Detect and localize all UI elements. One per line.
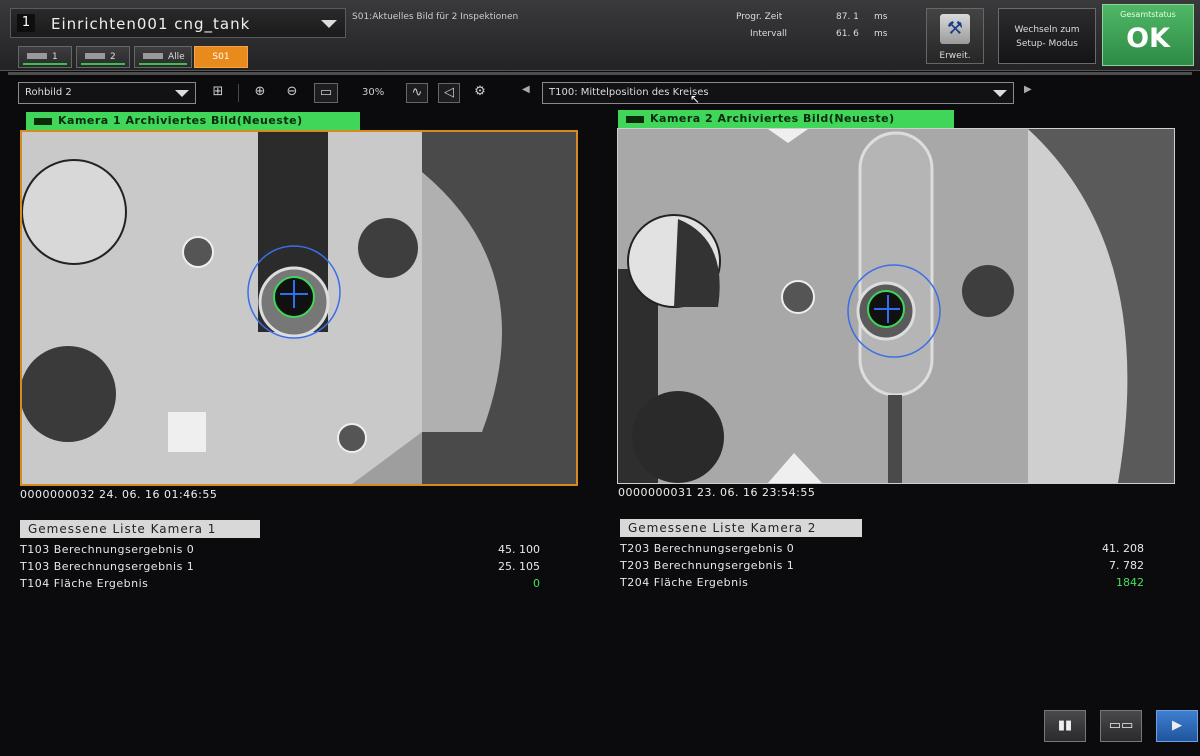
scene-number: 1: [17, 14, 35, 32]
fit-icon[interactable]: ▭: [314, 83, 338, 103]
list-item-value: 1842: [1116, 576, 1144, 589]
list-item: T203 Berechnungsergebnis 0: [620, 542, 795, 555]
layout-icon[interactable]: ⊞: [208, 83, 228, 101]
tool-select-value: T100: Mittelposition des Kreises: [549, 87, 709, 98]
tab-label: 1: [52, 52, 58, 62]
list-icon[interactable]: ▭▭: [1100, 710, 1142, 742]
chevron-down-icon: [993, 90, 1007, 97]
camera-1-label-text: Kamera 1 Archiviertes Bild(Neueste): [58, 114, 303, 127]
camera-icon: [27, 53, 47, 59]
camera-2-list-title: Gemessene Liste Kamera 2: [620, 519, 862, 537]
previous-tool-icon[interactable]: ◀: [522, 84, 530, 95]
list-item-value: 0: [533, 577, 540, 590]
zoom-level: 30%: [362, 87, 385, 98]
intervall-label: Intervall: [750, 29, 787, 39]
header-bar: 1 Einrichten001 cng_tank S01:Aktuelles B…: [0, 0, 1200, 71]
separator: [238, 84, 239, 102]
camera-2-image[interactable]: [617, 128, 1175, 484]
mouse-cursor-icon: ↖: [690, 92, 701, 106]
setup-line-2: Setup- Modus: [1016, 39, 1078, 49]
scene-name: Einrichten001 cng_tank: [51, 15, 251, 33]
progr-zeit-value: 87. 1: [836, 12, 859, 22]
setup-line-1: Wechseln zum: [1014, 25, 1080, 35]
camera-1-label: Kamera 1 Archiviertes Bild(Neueste): [26, 112, 360, 130]
zoom-in-icon[interactable]: ⊕: [250, 83, 270, 101]
tab-camera-1[interactable]: 1: [18, 46, 72, 68]
list-item: T204 Fläche Ergebnis: [620, 576, 749, 589]
camera-2-label: Kamera 2 Archiviertes Bild(Neueste): [618, 110, 954, 128]
advanced-button[interactable]: ⚒ Erweit.: [926, 8, 984, 64]
edit-icon[interactable]: ◁: [438, 83, 460, 103]
image-mode-select[interactable]: Rohbild 2: [18, 82, 196, 104]
list-item-value: 7. 782: [1109, 559, 1144, 572]
camera-1-timestamp: 0000000032 24. 06. 16 01:46:55: [20, 488, 218, 501]
tab-label: 2: [110, 52, 116, 62]
chevron-down-icon: [175, 90, 189, 97]
camera-icon: [85, 53, 105, 59]
status-title: Gesamtstatus: [1120, 10, 1176, 19]
settings-icon[interactable]: ⚙: [470, 83, 490, 101]
list-item: T203 Berechnungsergebnis 1: [620, 559, 795, 572]
chart-icon[interactable]: ▮▮: [1044, 710, 1086, 742]
inspection-message: S01:Aktuelles Bild für 2 Inspektionen: [352, 12, 519, 22]
tab-s01[interactable]: S01: [194, 46, 248, 68]
progr-zeit-unit: ms: [874, 12, 888, 22]
image-mode-value: Rohbild 2: [25, 87, 72, 98]
list-item-value: 41. 208: [1102, 542, 1144, 555]
camera-icon: [626, 115, 644, 123]
camera-icon: [34, 117, 52, 125]
tab-camera-2[interactable]: 2: [76, 46, 130, 68]
overall-status: Gesamtstatus OK: [1102, 4, 1194, 66]
camera-1-image[interactable]: [20, 130, 578, 486]
list-item: T104 Fläche Ergebnis: [20, 577, 149, 590]
play-icon[interactable]: ▶: [1156, 710, 1198, 742]
advanced-button-label: Erweit.: [939, 51, 971, 61]
image-toolbar: Rohbild 2 ⊞ ⊕ ⊖ ▭ 30% ∿ ◁ ⚙ ◀ T100: Mitt…: [0, 78, 1200, 106]
progr-zeit-label: Progr. Zeit: [736, 12, 783, 22]
tab-indicator: [139, 63, 187, 65]
tools-icon: ⚒: [940, 14, 970, 44]
scene-select[interactable]: 1 Einrichten001 cng_tank: [10, 8, 346, 38]
divider: [8, 72, 1192, 75]
camera-1-list-title: Gemessene Liste Kamera 1: [20, 520, 260, 538]
list-item: T103 Berechnungsergebnis 0: [20, 543, 195, 556]
tab-label: Alle: [168, 52, 185, 62]
zoom-out-icon[interactable]: ⊖: [282, 83, 302, 101]
camera-icon: [143, 53, 163, 59]
setup-mode-button[interactable]: Wechseln zum Setup- Modus: [998, 8, 1096, 64]
graph-icon[interactable]: ∿: [406, 83, 428, 103]
next-tool-icon[interactable]: ▶: [1024, 84, 1032, 95]
camera-2-timestamp: 0000000031 23. 06. 16 23:54:55: [618, 486, 816, 499]
intervall-value: 61. 6: [836, 29, 859, 39]
intervall-unit: ms: [874, 29, 888, 39]
tab-indicator: [23, 63, 67, 65]
list-item: T103 Berechnungsergebnis 1: [20, 560, 195, 573]
camera-2-label-text: Kamera 2 Archiviertes Bild(Neueste): [650, 112, 895, 125]
tab-all[interactable]: Alle: [134, 46, 192, 68]
tool-select[interactable]: T100: Mittelposition des Kreises: [542, 82, 1014, 104]
status-value: OK: [1126, 23, 1170, 54]
list-item-value: 25. 105: [498, 560, 540, 573]
tab-indicator: [81, 63, 125, 65]
chevron-down-icon[interactable]: [321, 20, 337, 28]
list-item-value: 45. 100: [498, 543, 540, 556]
